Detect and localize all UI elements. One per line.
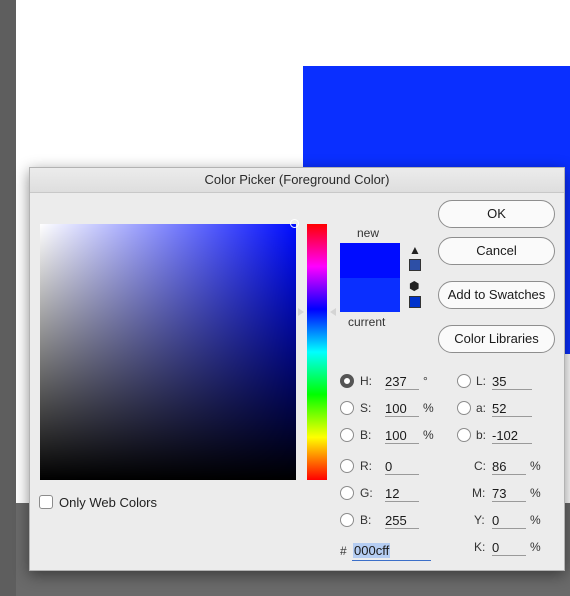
- ok-button[interactable]: OK: [438, 200, 555, 228]
- cyan-unit: %: [530, 459, 541, 473]
- black-unit: %: [530, 540, 541, 554]
- only-web-colors-checkbox[interactable]: [39, 495, 53, 509]
- hex-value: 000cff: [353, 543, 391, 558]
- yellow-field[interactable]: 0: [492, 512, 526, 529]
- new-color-label: new: [357, 226, 380, 240]
- lightness-field[interactable]: 35: [492, 373, 532, 390]
- cube-icon[interactable]: ⬢: [409, 279, 419, 293]
- hue-slider-handle-right[interactable]: [330, 308, 336, 316]
- blue-label: B:: [360, 513, 372, 527]
- only-web-colors-label[interactable]: Only Web Colors: [59, 495, 157, 510]
- magenta-field[interactable]: 73: [492, 485, 526, 502]
- hue-slider[interactable]: [307, 224, 327, 480]
- hue-field[interactable]: 237: [385, 373, 419, 390]
- color-picker-dialog: Color Picker (Foreground Color) new curr…: [29, 167, 565, 571]
- brightness-label: B:: [360, 428, 372, 442]
- hue-unit: °: [423, 374, 428, 388]
- green-label: G:: [360, 486, 373, 500]
- red-radio[interactable]: [340, 459, 354, 473]
- color-libraries-button[interactable]: Color Libraries: [438, 325, 555, 353]
- warning-triangle-icon[interactable]: ▲: [409, 243, 421, 257]
- green-field[interactable]: 12: [385, 485, 419, 502]
- green-radio[interactable]: [340, 486, 354, 500]
- red-label: R:: [360, 459, 372, 473]
- hue-label: H:: [360, 374, 372, 388]
- brightness-field[interactable]: 100: [385, 427, 419, 444]
- cancel-button[interactable]: Cancel: [438, 237, 555, 265]
- b-channel-label: b:: [476, 428, 487, 442]
- blue-radio[interactable]: [340, 513, 354, 527]
- blue-field[interactable]: 255: [385, 512, 419, 529]
- saturation-label: S:: [360, 401, 372, 415]
- red-field[interactable]: 0: [385, 458, 419, 475]
- a-channel-radio[interactable]: [457, 401, 471, 415]
- current-color-label: current: [348, 315, 386, 329]
- saturation-unit: %: [423, 401, 434, 415]
- brightness-unit: %: [423, 428, 434, 442]
- a-channel-field[interactable]: 52: [492, 400, 532, 417]
- cyan-field[interactable]: 86: [492, 458, 526, 475]
- hue-slider-handle-left[interactable]: [298, 308, 304, 316]
- hue-radio[interactable]: [340, 374, 354, 388]
- b-channel-field[interactable]: -102: [492, 427, 532, 444]
- yellow-unit: %: [530, 513, 541, 527]
- magenta-label: M:: [472, 486, 486, 500]
- cyan-label: C:: [474, 459, 486, 473]
- lightness-label: L:: [476, 374, 487, 388]
- saturation-field[interactable]: 100: [385, 400, 419, 417]
- black-field[interactable]: 0: [492, 539, 526, 556]
- web-safe-swatch[interactable]: [409, 296, 421, 308]
- gamut-warning-swatch[interactable]: [409, 259, 421, 271]
- black-label: K:: [474, 540, 486, 554]
- saturation-brightness-field[interactable]: [40, 224, 296, 480]
- dialog-title: Color Picker (Foreground Color): [30, 168, 564, 193]
- add-to-swatches-button[interactable]: Add to Swatches: [438, 281, 555, 309]
- yellow-label: Y:: [474, 513, 485, 527]
- color-field-marker[interactable]: [290, 219, 299, 228]
- lightness-radio[interactable]: [457, 374, 471, 388]
- magenta-unit: %: [530, 486, 541, 500]
- new-color-swatch: [340, 243, 400, 278]
- current-color-swatch[interactable]: [340, 278, 400, 312]
- a-channel-label: a:: [476, 401, 487, 415]
- b-channel-radio[interactable]: [457, 428, 471, 442]
- saturation-radio[interactable]: [340, 401, 354, 415]
- brightness-radio[interactable]: [340, 428, 354, 442]
- hex-prefix: #: [340, 544, 347, 558]
- hex-input[interactable]: 000cff: [352, 542, 431, 561]
